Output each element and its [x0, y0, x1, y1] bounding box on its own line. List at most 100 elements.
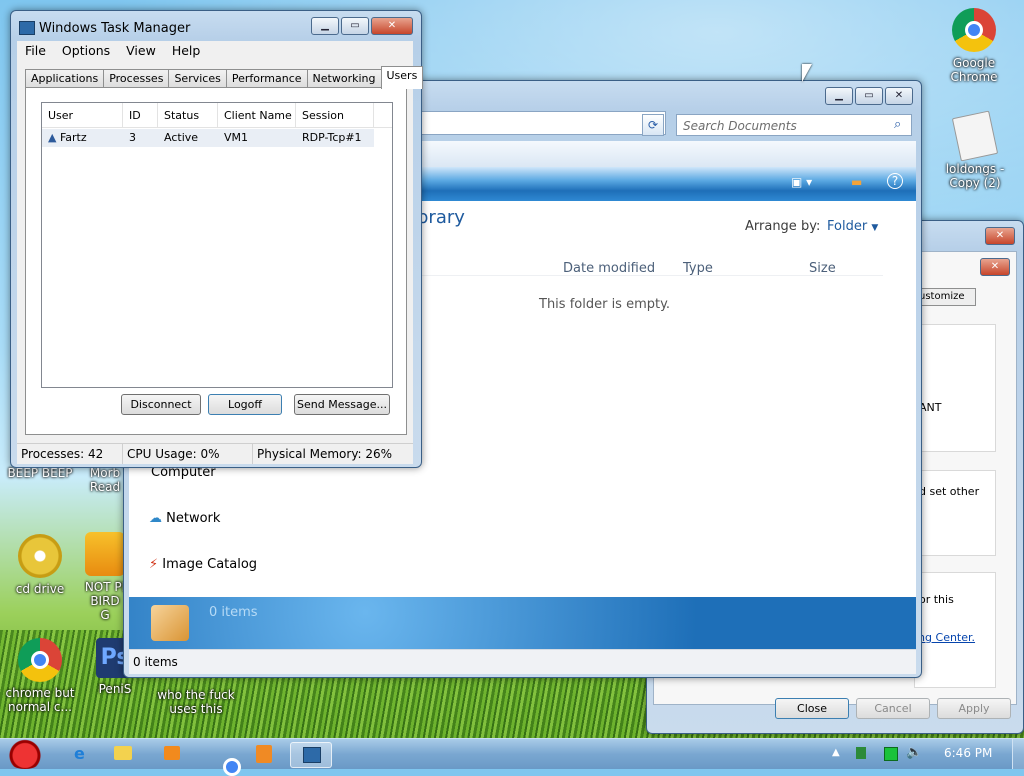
taskbar-app[interactable]	[244, 742, 284, 766]
desktop-icon-not-pi-bird[interactable]: NOT PI BIRD G	[84, 532, 126, 622]
send-message-button[interactable]: Send Message...	[294, 394, 390, 415]
users-list[interactable]: User ID Status Client Name Session ▲ Far…	[41, 102, 393, 388]
tab-networking[interactable]: Networking	[306, 69, 382, 88]
menu-help[interactable]: Help	[164, 41, 209, 58]
status-processes: Processes: 42	[17, 444, 123, 464]
arrange-by-dropdown[interactable]: Folder ▼	[827, 219, 878, 234]
menu-view[interactable]: View	[118, 41, 164, 58]
menu-options[interactable]: Options	[54, 41, 118, 58]
desktop-icon-label: loldongs - Copy (2)	[945, 162, 1005, 190]
minimize-icon[interactable]: ▁	[825, 87, 853, 105]
image-catalog-icon: ⚡	[149, 557, 159, 572]
panel-section-3: or this ing Center.	[914, 572, 996, 688]
tab-users[interactable]: Users	[380, 66, 424, 89]
tab-processes[interactable]: Processes	[103, 69, 170, 88]
desktop-icon-cd-drive[interactable]: cd drive	[0, 534, 80, 596]
close-icon[interactable]: ✕	[885, 87, 913, 105]
taskbar-task-manager[interactable]	[290, 742, 332, 768]
nav-item-image-catalog[interactable]: ⚡ Image Catalog	[149, 557, 257, 572]
column-session[interactable]: Session	[296, 103, 374, 127]
library-title: brary	[417, 207, 465, 228]
start-button[interactable]	[4, 739, 46, 769]
panel-section-2: d set other	[914, 470, 996, 556]
action-center-link[interactable]: ing Center.	[915, 631, 975, 644]
users-tab-panel: User ID Status Client Name Session ▲ Far…	[25, 87, 407, 435]
taskbar-chrome[interactable]	[198, 742, 238, 766]
tab-applications[interactable]: Applications	[25, 69, 105, 88]
preview-pane-icon[interactable]: ▬	[851, 175, 862, 189]
internet-explorer-icon: e	[74, 744, 85, 763]
taskbar-explorer[interactable]	[104, 742, 144, 766]
column-size[interactable]: Size	[809, 261, 836, 276]
desktop-icon-label: Morb Read	[89, 466, 121, 494]
column-id[interactable]: ID	[123, 103, 158, 127]
menu-file[interactable]: File	[17, 41, 54, 58]
desktop-icon-label: Google Chrome	[950, 56, 998, 84]
details-pane: 0 items	[129, 597, 916, 649]
taskbar-media-player[interactable]	[152, 742, 192, 766]
panel-text: ANT	[919, 401, 942, 414]
arrange-by-label: Arrange by:	[745, 219, 821, 234]
column-header-row: Date modified Type Size	[417, 253, 883, 276]
taskbar-internet-explorer[interactable]: e	[62, 742, 102, 766]
nav-item-network[interactable]: ☁ Network	[149, 511, 220, 526]
taskbar: e ▲ 🔈 6:46 PM	[0, 738, 1024, 769]
tab-strip: Applications Processes Services Performa…	[25, 66, 424, 89]
desktop-icon-who-uses-this[interactable]: who the fuck uses this	[154, 688, 238, 716]
window-controls: ▁ ▭ ✕	[825, 87, 913, 105]
tab-performance[interactable]: Performance	[225, 69, 308, 88]
minimize-icon[interactable]: ▁	[311, 17, 339, 35]
table-row[interactable]: ▲ Fartz 3 Active VM1 RDP-Tcp#1	[42, 129, 374, 147]
desktop-icon-chrome-normal[interactable]: chrome but normal c...	[0, 638, 80, 714]
logoff-button[interactable]: Logoff	[208, 394, 282, 415]
app-icon	[256, 745, 272, 763]
show-hidden-icons[interactable]: ▲	[832, 747, 840, 758]
volume-icon[interactable]: 🔈	[906, 745, 922, 760]
document-icon	[951, 110, 999, 162]
desktop-icon-morb[interactable]: Morb Read	[84, 466, 126, 494]
column-date-modified[interactable]: Date modified	[563, 261, 655, 276]
desktop-icon-label: cd drive	[15, 582, 65, 596]
status-physical-memory: Physical Memory: 26%	[257, 447, 393, 461]
tray-app-icon[interactable]	[856, 747, 866, 759]
desktop-icon-label: BEEP BEEP	[7, 466, 73, 480]
column-user[interactable]: User	[42, 103, 123, 127]
close-button[interactable]: Close	[775, 698, 849, 719]
column-type[interactable]: Type	[683, 261, 713, 276]
desktop-icon-label: who the fuck uses this	[157, 688, 235, 716]
help-icon[interactable]: ?	[887, 173, 903, 189]
cancel-button[interactable]: Cancel	[856, 698, 930, 719]
close-icon[interactable]: ✕	[371, 17, 413, 35]
view-icon[interactable]: ▣ ▾	[791, 175, 812, 189]
column-client-name[interactable]: Client Name	[218, 103, 296, 127]
panel-text: d set other	[919, 485, 980, 498]
tab-customize[interactable]: ustomize	[914, 288, 976, 306]
desktop-icon-beep-beep[interactable]: BEEP BEEP	[0, 466, 80, 480]
network-icon: ☁	[149, 511, 162, 526]
task-manager-icon	[303, 747, 321, 763]
column-status[interactable]: Status	[158, 103, 218, 127]
search-input[interactable]: Search Documents	[676, 114, 912, 136]
chrome-icon	[952, 8, 996, 52]
media-player-icon	[164, 746, 180, 760]
clock[interactable]: 6:46 PM	[944, 746, 992, 760]
battery-icon[interactable]	[884, 747, 898, 761]
maximize-icon[interactable]: ▭	[341, 17, 369, 35]
inner-close-icon[interactable]: ✕	[980, 258, 1010, 276]
maximize-icon[interactable]: ▭	[855, 87, 883, 105]
refresh-icon[interactable]: ⟳	[642, 114, 664, 136]
desktop-icon-label: chrome but normal c...	[5, 686, 75, 714]
search-icon[interactable]: ⌕	[894, 117, 901, 132]
close-icon[interactable]: ✕	[985, 227, 1015, 245]
tab-services[interactable]: Services	[168, 69, 227, 88]
cell-user: ▲ Fartz	[42, 129, 123, 147]
cell-session: RDP-Tcp#1	[302, 131, 362, 144]
task-manager-window[interactable]: Windows Task Manager ▁ ▭ ✕ File Options Vi…	[10, 10, 424, 468]
mouse-cursor-icon	[802, 64, 812, 82]
desktop-icon-loldongs[interactable]: loldongs - Copy (2)	[936, 110, 1014, 190]
show-desktop-button[interactable]	[1012, 739, 1024, 769]
window-controls: ✕	[985, 227, 1015, 245]
apply-button[interactable]: Apply	[937, 698, 1011, 719]
disconnect-button[interactable]: Disconnect	[121, 394, 201, 415]
desktop-icon-google-chrome[interactable]: Google Chrome	[934, 8, 1014, 84]
